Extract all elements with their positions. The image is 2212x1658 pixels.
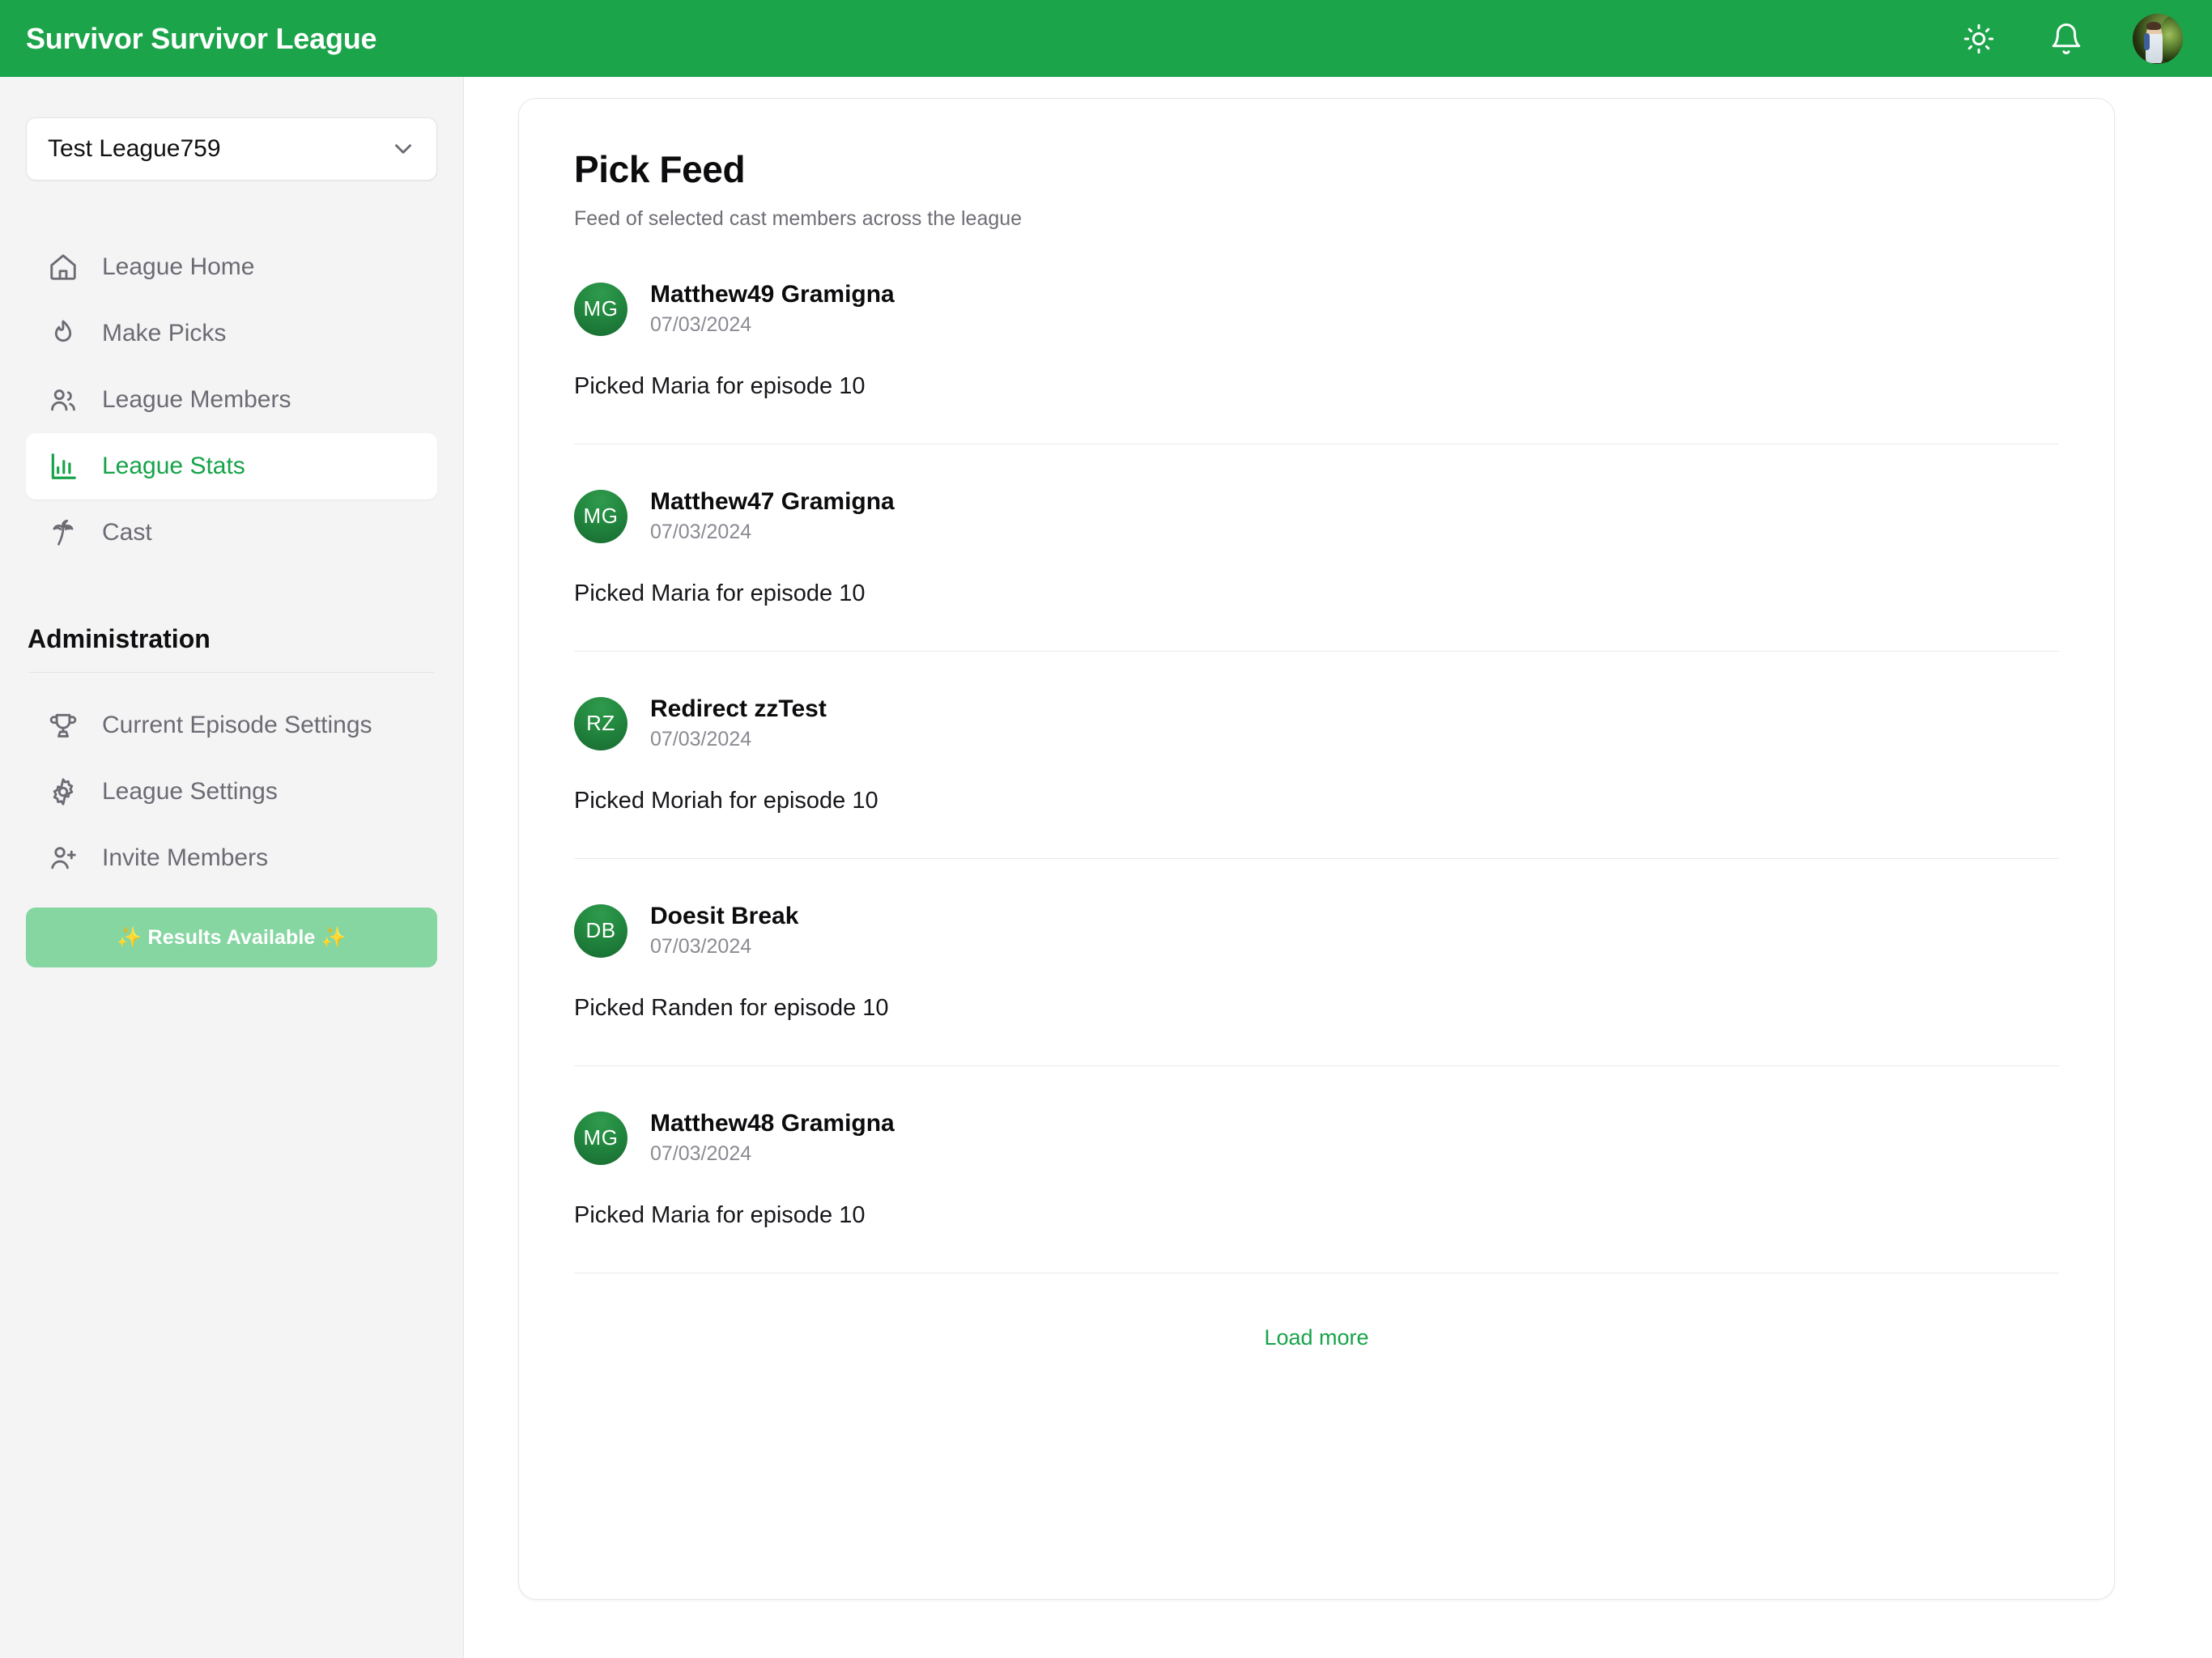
avatar[interactable] [2133,13,2183,64]
sidebar-item-label: Cast [102,519,152,546]
feed-item-meta: Redirect zzTest 07/03/2024 [650,695,827,751]
administration-nav: Current Episode Settings League Settings [26,692,437,891]
league-selector-value: Test League759 [48,135,221,162]
feed-item-text: Picked Maria for episode 10 [574,580,866,606]
list-item: MG Matthew49 Gramigna 07/03/2024 Picked … [574,281,2059,400]
top-bar: Survivor Survivor League [0,0,2212,77]
avatar-initials: MG [574,1111,627,1165]
sidebar-item-cast[interactable]: Cast [26,500,437,566]
feed-item-meta: Matthew47 Gramigna 07/03/2024 [650,488,895,544]
feed-item-header: MG Matthew48 Gramigna 07/03/2024 [574,1110,2059,1166]
feed-item-name: Matthew49 Gramigna [650,281,895,308]
sidebar-item-league-home[interactable]: League Home [26,234,437,300]
feed-item-header: RZ Redirect zzTest 07/03/2024 [574,695,2059,751]
home-icon [45,249,81,285]
topbar-actions [1958,13,2183,64]
list-item: DB Doesit Break 07/03/2024 Picked Randen… [574,903,2059,1022]
users-icon [45,382,81,418]
app-title: Survivor Survivor League [26,21,377,55]
feed-item-header: MG Matthew49 Gramigna 07/03/2024 [574,281,2059,337]
sidebar-item-label: League Members [102,386,291,413]
page-title: Pick Feed [574,148,746,190]
sidebar-item-make-picks[interactable]: Make Picks [26,300,437,367]
flame-icon [45,316,81,351]
bell-icon [2049,22,2083,56]
load-more-wrapper: Load more [574,1317,2059,1350]
avatar-initials: MG [574,489,627,543]
chevron-down-icon [389,135,417,163]
palm-tree-icon [45,515,81,551]
avatar-initials: RZ [574,696,627,750]
sidebar-item-label: Make Picks [102,320,227,346]
trophy-icon [45,708,81,743]
list-item: MG Matthew47 Gramigna 07/03/2024 Picked … [574,488,2059,607]
feed-item-date: 07/03/2024 [650,313,752,336]
divider [574,651,2059,652]
feed-item-text: Picked Maria for episode 10 [574,1202,866,1228]
avatar-photo-backpack [2143,33,2150,51]
administration-title: Administration [28,624,211,653]
pick-feed-card: Pick Feed Feed of selected cast members … [518,98,2115,1600]
sidebar-item-label: Current Episode Settings [102,712,372,738]
feed-item-meta: Doesit Break 07/03/2024 [650,903,798,959]
feed-item-text: Picked Maria for episode 10 [574,373,866,399]
divider [574,1065,2059,1066]
sidebar-item-league-members[interactable]: League Members [26,367,437,433]
main-content: Pick Feed Feed of selected cast members … [464,77,2212,1658]
page-subtitle: Feed of selected cast members across the… [574,207,1023,230]
feed-item-meta: Matthew49 Gramigna 07/03/2024 [650,281,895,337]
feed-item-text: Picked Randen for episode 10 [574,995,889,1021]
primary-nav: League Home Make Picks League Members Le… [26,234,437,566]
body-row: Test League759 League Home Make Picks Le… [0,77,2212,1658]
feed-item-text: Picked Moriah for episode 10 [574,788,878,814]
theme-toggle-button[interactable] [1958,18,2000,60]
results-available-button[interactable]: ✨ Results Available ✨ [26,908,437,967]
chart-bar-icon [45,449,81,484]
feed-item-date: 07/03/2024 [650,521,752,543]
sidebar-item-label: League Home [102,253,255,280]
sidebar: Test League759 League Home Make Picks Le… [0,77,464,1658]
app-root: Survivor Survivor League Test League759 … [0,0,2212,1658]
avatar-photo-hair [2146,22,2161,30]
sidebar-item-league-settings[interactable]: League Settings [26,759,437,825]
feed-item-name: Matthew48 Gramigna [650,1110,895,1137]
feed-item-name: Doesit Break [650,903,799,929]
notifications-button[interactable] [2045,18,2087,60]
gear-icon [45,774,81,810]
feed-item-date: 07/03/2024 [650,728,752,750]
list-item: RZ Redirect zzTest 07/03/2024 Picked Mor… [574,695,2059,814]
feed-item-meta: Matthew48 Gramigna 07/03/2024 [650,1110,895,1166]
avatar-initials: DB [574,903,627,958]
feed-item-header: DB Doesit Break 07/03/2024 [574,903,2059,959]
sidebar-item-label: League Stats [102,453,245,479]
user-plus-icon [45,840,81,876]
feed-item-header: MG Matthew47 Gramigna 07/03/2024 [574,488,2059,544]
feed-item-date: 07/03/2024 [650,1142,752,1165]
feed-item-name: Redirect zzTest [650,695,827,722]
administration-section: Administration Current Episode Settings … [26,624,437,967]
league-selector[interactable]: Test League759 [26,117,437,181]
feed-item-name: Matthew47 Gramigna [650,488,895,515]
sidebar-item-league-stats[interactable]: League Stats [26,433,437,500]
sidebar-item-label: Invite Members [102,844,269,871]
divider [574,858,2059,859]
feed-item-date: 07/03/2024 [650,935,752,958]
load-more-button[interactable]: Load more [1264,1325,1368,1350]
sidebar-item-current-episode-settings[interactable]: Current Episode Settings [26,692,437,759]
list-item: MG Matthew48 Gramigna 07/03/2024 Picked … [574,1110,2059,1229]
sun-icon [1963,23,1995,55]
sidebar-item-label: League Settings [102,778,278,805]
administration-divider [29,672,434,673]
sidebar-item-invite-members[interactable]: Invite Members [26,825,437,891]
avatar-initials: MG [574,282,627,336]
pick-feed-list: MG Matthew49 Gramigna 07/03/2024 Picked … [574,281,2059,1350]
